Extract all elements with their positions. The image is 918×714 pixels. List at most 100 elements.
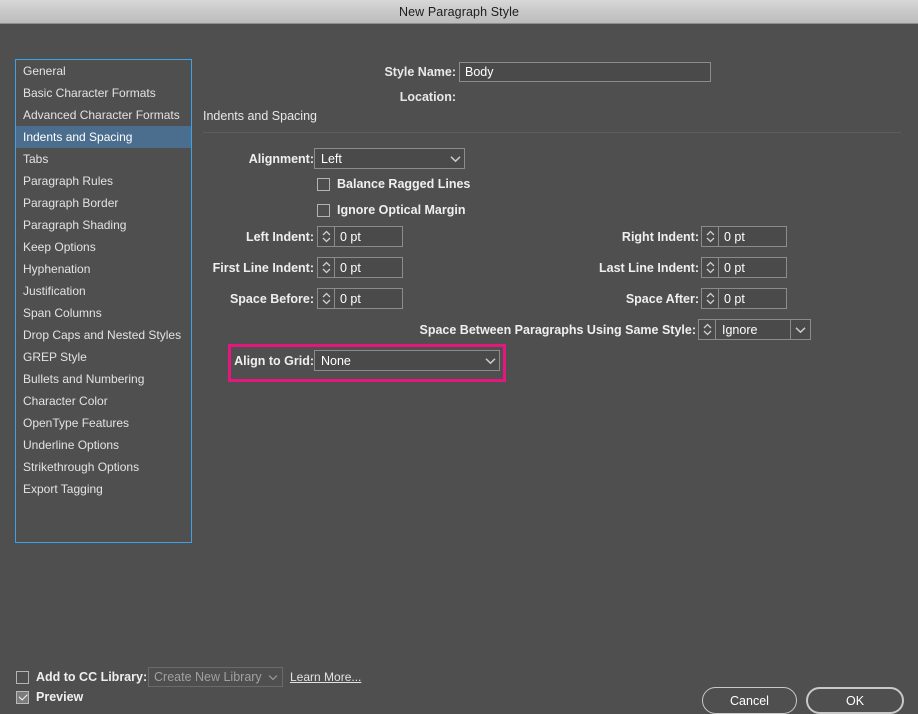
first-line-indent-field[interactable] bbox=[317, 257, 403, 278]
stepper-icon[interactable] bbox=[701, 257, 718, 278]
ignore-optical-margin-checkbox[interactable]: Ignore Optical Margin bbox=[317, 203, 466, 217]
sidebar-item-label: Export Tagging bbox=[23, 482, 103, 496]
dialog-titlebar: New Paragraph Style bbox=[0, 0, 918, 24]
right-indent-field[interactable] bbox=[701, 226, 787, 247]
checkbox-box bbox=[317, 177, 330, 191]
chevron-down-icon bbox=[264, 674, 282, 681]
sidebar-item-label: Underline Options bbox=[23, 438, 120, 452]
space-after-field[interactable] bbox=[701, 288, 787, 309]
sidebar-item-paragraph-border[interactable]: Paragraph Border bbox=[16, 192, 191, 214]
sidebar-item-label: Advanced Character Formats bbox=[23, 108, 180, 122]
space-before-field[interactable] bbox=[317, 288, 403, 309]
ignore-optical-margin-label: Ignore Optical Margin bbox=[337, 203, 466, 217]
first-line-indent-label: First Line Indent: bbox=[212, 261, 314, 275]
stepper-icon[interactable] bbox=[698, 319, 715, 340]
location-label: Location: bbox=[399, 90, 456, 104]
sidebar-item-bullets-and-numbering[interactable]: Bullets and Numbering bbox=[16, 368, 191, 390]
sidebar-item-indents-and-spacing[interactable]: Indents and Spacing bbox=[16, 126, 191, 148]
sidebar-item-label: Character Color bbox=[23, 394, 108, 408]
balance-ragged-lines-checkbox[interactable]: Balance Ragged Lines bbox=[317, 177, 470, 191]
sidebar-item-tabs[interactable]: Tabs bbox=[16, 148, 191, 170]
checkbox-box bbox=[16, 690, 29, 704]
space-between-paragraphs-label: Space Between Paragraphs Using Same Styl… bbox=[419, 323, 697, 337]
sidebar-item-underline-options[interactable]: Underline Options bbox=[16, 434, 191, 456]
last-line-indent-field[interactable] bbox=[701, 257, 787, 278]
sidebar-item-label: Keep Options bbox=[23, 240, 96, 254]
space-before-label: Space Before: bbox=[229, 292, 314, 306]
right-indent-label: Right Indent: bbox=[621, 230, 699, 244]
sidebar-item-label: Justification bbox=[23, 284, 86, 298]
sidebar-item-keep-options[interactable]: Keep Options bbox=[16, 236, 191, 258]
sidebar-item-label: Bullets and Numbering bbox=[23, 372, 145, 386]
sidebar-item-paragraph-shading[interactable]: Paragraph Shading bbox=[16, 214, 191, 236]
new-paragraph-style-dialog: General Basic Character Formats Advanced C… bbox=[0, 24, 918, 714]
stepper-icon[interactable] bbox=[701, 288, 718, 309]
learn-more-link[interactable]: Learn More... bbox=[290, 670, 361, 684]
alignment-select[interactable]: Left bbox=[314, 148, 465, 169]
last-line-indent-label: Last Line Indent: bbox=[599, 261, 699, 275]
cancel-button[interactable]: Cancel bbox=[702, 687, 797, 714]
space-between-paragraphs-combo[interactable]: Ignore bbox=[698, 319, 811, 340]
sidebar-item-label: General bbox=[23, 64, 66, 78]
cc-library-select[interactable]: Create New Library bbox=[148, 667, 283, 687]
sidebar-item-label: Basic Character Formats bbox=[23, 86, 156, 100]
style-name-label: Style Name: bbox=[384, 65, 456, 79]
stepper-icon[interactable] bbox=[317, 288, 334, 309]
add-to-cc-library-checkbox[interactable]: Add to CC Library: bbox=[16, 670, 147, 684]
alignment-label: Alignment: bbox=[248, 152, 314, 166]
dialog-title: New Paragraph Style bbox=[398, 4, 519, 19]
left-indent-input[interactable] bbox=[334, 226, 403, 247]
sidebar-item-grep-style[interactable]: GREP Style bbox=[16, 346, 191, 368]
balance-ragged-lines-label: Balance Ragged Lines bbox=[337, 177, 471, 191]
sidebar-item-drop-caps-and-nested-styles[interactable]: Drop Caps and Nested Styles bbox=[16, 324, 191, 346]
alignment-value: Left bbox=[321, 151, 342, 166]
sidebar-item-label: Drop Caps and Nested Styles bbox=[23, 328, 182, 342]
space-after-label: Space After: bbox=[625, 292, 699, 306]
preview-label: Preview bbox=[36, 690, 84, 704]
preview-checkbox[interactable]: Preview bbox=[16, 690, 83, 704]
space-between-paragraphs-value: Ignore bbox=[722, 322, 758, 337]
sidebar-item-span-columns[interactable]: Span Columns bbox=[16, 302, 191, 324]
sidebar-item-paragraph-rules[interactable]: Paragraph Rules bbox=[16, 170, 191, 192]
space-before-input[interactable] bbox=[334, 288, 403, 309]
left-indent-field[interactable] bbox=[317, 226, 403, 247]
stepper-icon[interactable] bbox=[317, 257, 334, 278]
sidebar-item-label: Paragraph Shading bbox=[23, 218, 127, 232]
category-list[interactable]: General Basic Character Formats Advanced C… bbox=[15, 59, 192, 543]
panel-title: Indents and Spacing bbox=[203, 109, 317, 123]
align-to-grid-value: None bbox=[321, 353, 351, 368]
checkbox-box bbox=[317, 203, 330, 217]
add-to-cc-library-label: Add to CC Library: bbox=[36, 670, 148, 684]
space-after-input[interactable] bbox=[718, 288, 787, 309]
sidebar-item-label: Strikethrough Options bbox=[23, 460, 140, 474]
sidebar-item-basic-character-formats[interactable]: Basic Character Formats bbox=[16, 82, 191, 104]
sidebar-item-advanced-character-formats[interactable]: Advanced Character Formats bbox=[16, 104, 191, 126]
checkbox-box bbox=[16, 670, 29, 684]
sidebar-item-general[interactable]: General bbox=[16, 60, 191, 82]
sidebar-item-export-tagging[interactable]: Export Tagging bbox=[16, 478, 191, 500]
sidebar-item-label: Paragraph Rules bbox=[23, 174, 114, 188]
first-line-indent-input[interactable] bbox=[334, 257, 403, 278]
sidebar-item-label: Indents and Spacing bbox=[23, 130, 133, 144]
sidebar-item-label: Span Columns bbox=[23, 306, 102, 320]
sidebar-item-justification[interactable]: Justification bbox=[16, 280, 191, 302]
stepper-icon[interactable] bbox=[701, 226, 718, 247]
last-line-indent-input[interactable] bbox=[718, 257, 787, 278]
right-indent-input[interactable] bbox=[718, 226, 787, 247]
sidebar-item-opentype-features[interactable]: OpenType Features bbox=[16, 412, 191, 434]
sidebar-item-hyphenation[interactable]: Hyphenation bbox=[16, 258, 191, 280]
left-indent-label: Left Indent: bbox=[245, 230, 314, 244]
panel-divider bbox=[203, 132, 901, 133]
align-to-grid-select[interactable]: None bbox=[314, 350, 500, 371]
chevron-down-icon bbox=[446, 155, 464, 163]
space-between-paragraphs-value-box[interactable]: Ignore bbox=[715, 319, 791, 340]
sidebar-item-character-color[interactable]: Character Color bbox=[16, 390, 191, 412]
chevron-down-icon[interactable] bbox=[791, 319, 811, 340]
sidebar-item-strikethrough-options[interactable]: Strikethrough Options bbox=[16, 456, 191, 478]
style-name-input[interactable] bbox=[459, 62, 711, 82]
stepper-icon[interactable] bbox=[317, 226, 334, 247]
cc-library-value: Create New Library bbox=[154, 670, 262, 684]
ok-button[interactable]: OK bbox=[806, 687, 904, 714]
sidebar-item-label: Paragraph Border bbox=[23, 196, 119, 210]
sidebar-item-label: OpenType Features bbox=[23, 416, 130, 430]
